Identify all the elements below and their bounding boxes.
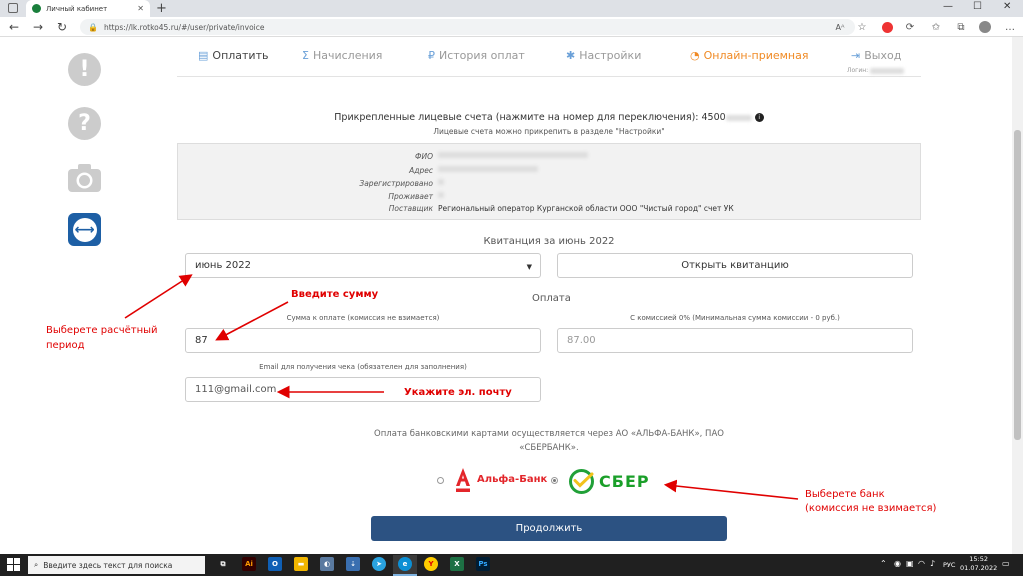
outlook-icon[interactable]: O (268, 557, 282, 571)
annotation-arrows (124, 274, 799, 500)
language-indicator[interactable]: РУС (943, 561, 955, 569)
notifications-icon[interactable]: ▭ (1002, 559, 1010, 568)
edge-icon[interactable]: e (398, 557, 412, 571)
tray-app2-icon[interactable]: ▣ (906, 559, 914, 568)
photoshop-icon[interactable]: Ps (476, 557, 490, 571)
clock-date: 01.07.2022 (960, 564, 998, 572)
clock-time: 15:52 (969, 555, 988, 563)
app-download-icon[interactable]: ⇣ (346, 557, 360, 571)
annotation-enter-email: Укажите эл. почту (404, 387, 512, 398)
arrow-to-bank (663, 479, 799, 500)
taskbar-search-placeholder: Введите здесь текст для поиска (43, 560, 173, 570)
annotation-choose-bank-1: Выберете банк (805, 489, 885, 500)
taskbar-search[interactable]: ⌕ Введите здесь текст для поиска (28, 556, 205, 574)
tray-chevron-icon[interactable]: ⌃ (880, 559, 887, 568)
app-icon[interactable]: ◐ (320, 557, 334, 571)
task-view-icon[interactable]: ⧉ (216, 557, 230, 571)
taskbar-clock[interactable]: 15:52 01.07.2022 (960, 555, 997, 573)
search-icon: ⌕ (34, 560, 39, 569)
excel-icon[interactable]: X (450, 557, 464, 571)
tray-app-icon[interactable]: ◉ (894, 559, 901, 568)
annotation-enter-amount: Введите сумму (291, 289, 379, 300)
annotation-choose-period-2: период (46, 340, 85, 351)
yandex-icon[interactable]: Y (424, 557, 438, 571)
illustrator-icon[interactable]: Ai (242, 557, 256, 571)
annotation-choose-period-1: Выберете расчётный (46, 325, 158, 336)
arrow-to-period (124, 274, 193, 319)
telegram-icon[interactable]: ➤ (372, 557, 386, 571)
file-explorer-icon[interactable]: ▬ (294, 557, 308, 571)
volume-icon[interactable]: ♪ (930, 559, 935, 568)
arrow-to-amount (215, 301, 289, 341)
windows-start-icon[interactable] (7, 558, 20, 571)
wifi-icon[interactable]: ◠ (918, 559, 925, 568)
scrollbar-thumb[interactable] (1014, 130, 1021, 440)
annotation-choose-bank-2: (комиссия не взимается) (805, 503, 937, 514)
